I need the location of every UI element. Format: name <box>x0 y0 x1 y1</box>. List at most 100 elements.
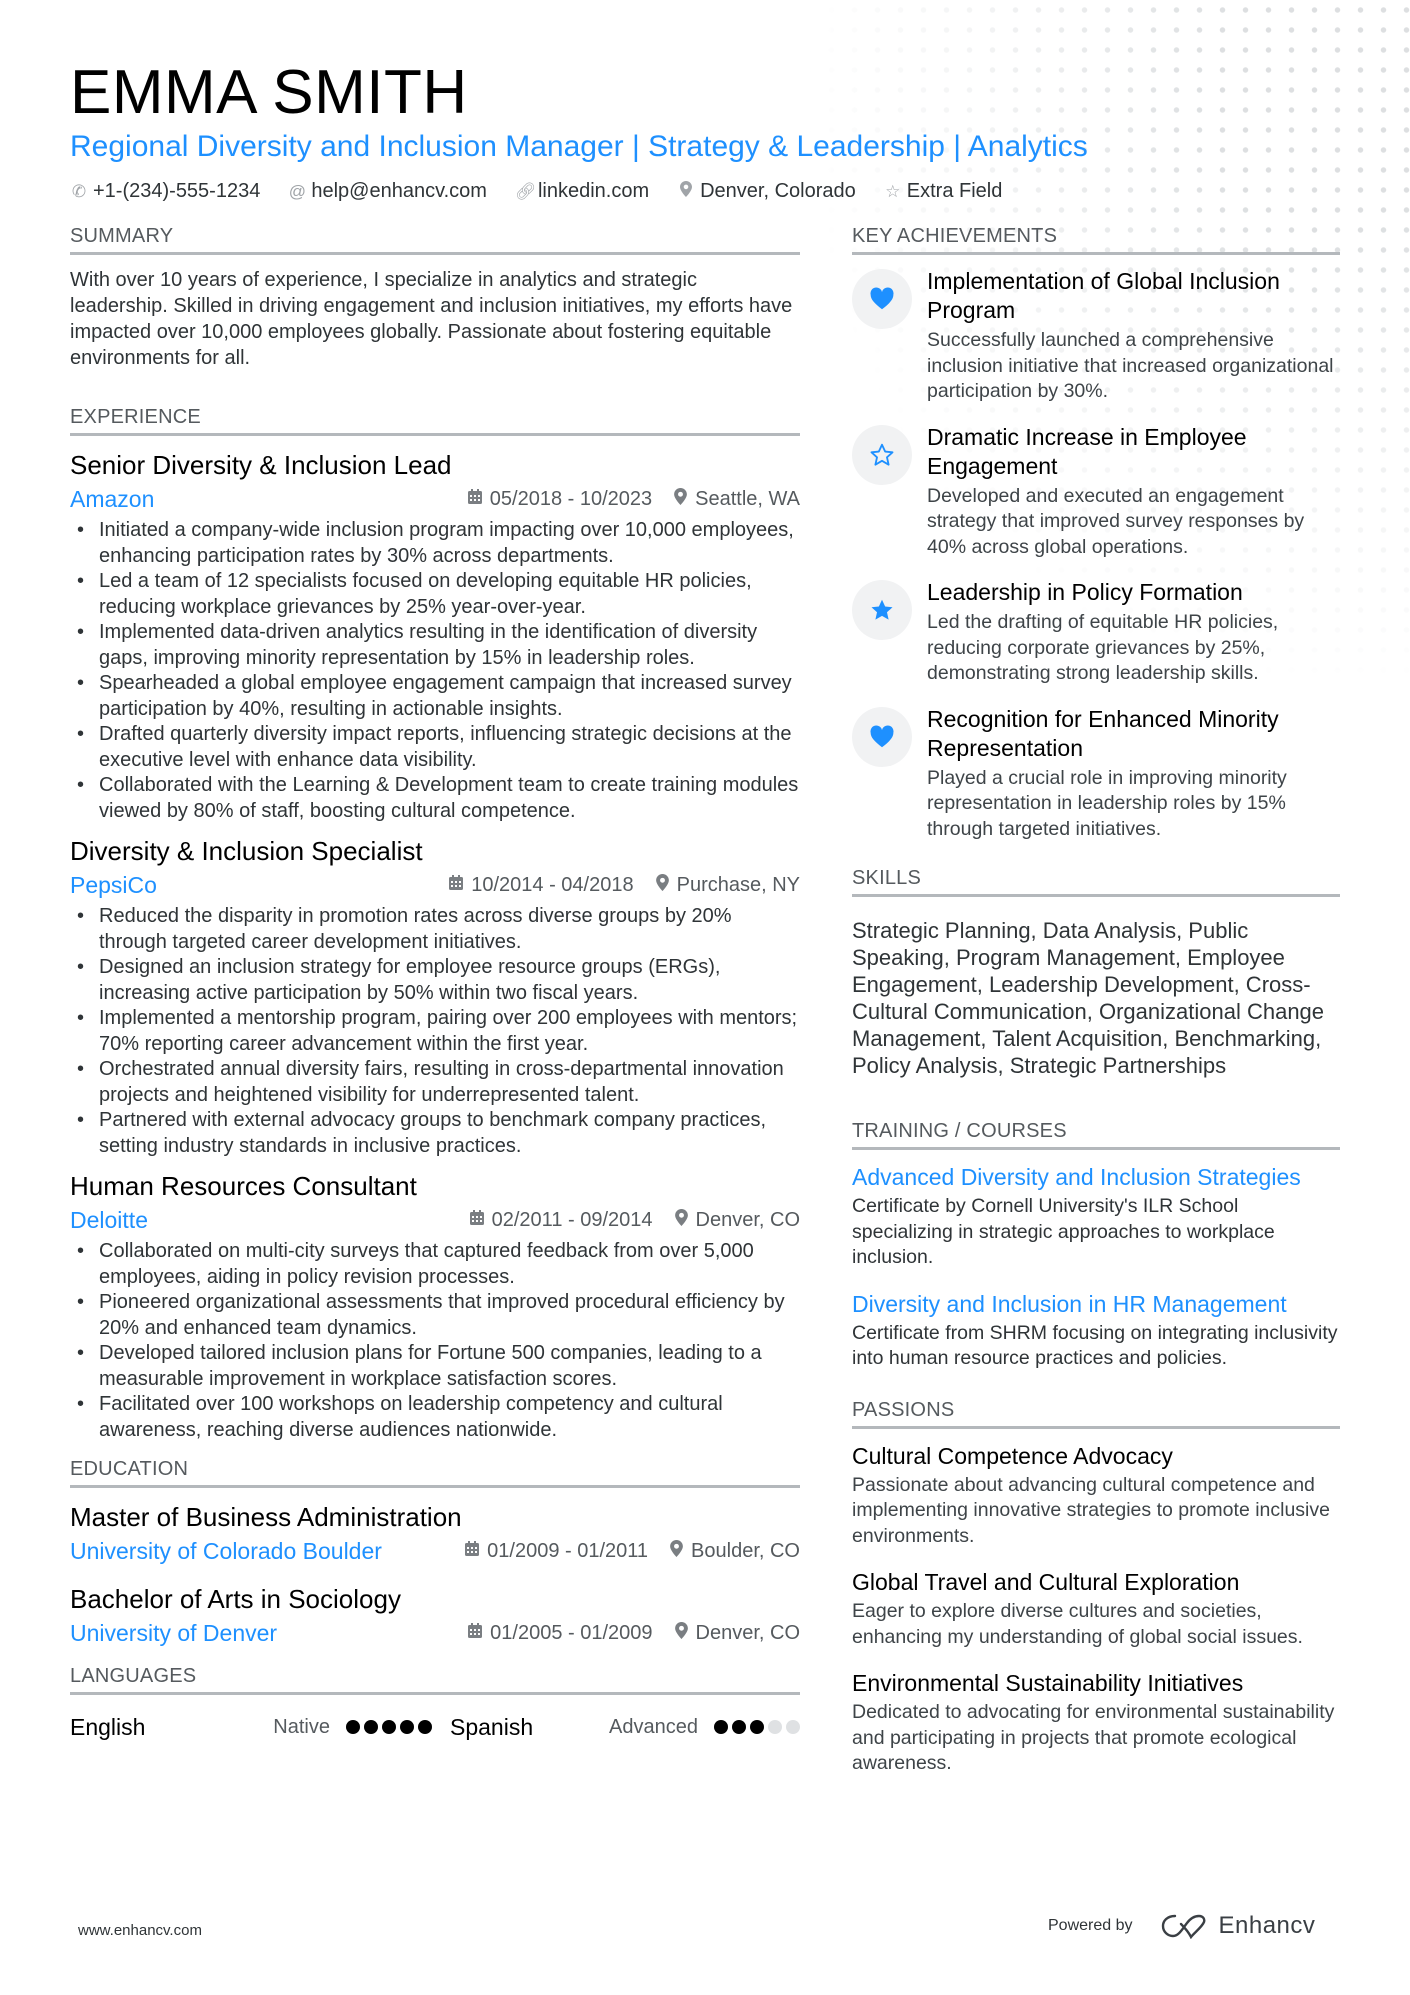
school-name[interactable]: University of Denver <box>70 1620 277 1647</box>
achievement-description: Led the drafting of equitable HR policie… <box>927 611 1279 684</box>
passion-item: Environmental Sustainability Initiatives… <box>852 1668 1340 1777</box>
date-range: 05/2018 - 10/2023 <box>467 488 652 511</box>
bullet-item: Orchestrated annual diversity fairs, res… <box>70 1057 800 1108</box>
location-text: Seattle, WA <box>695 487 800 510</box>
section-heading: EDUCATION <box>70 1457 800 1488</box>
achievements-section: KEY ACHIEVEMENTS Implementation of Globa… <box>852 224 1340 842</box>
right-column: KEY ACHIEVEMENTS Implementation of Globa… <box>852 224 1340 1795</box>
passions-section: PASSIONS Cultural Competence Advocacy Pas… <box>852 1398 1340 1777</box>
passion-description: Eager to explore diverse cultures and so… <box>852 1600 1303 1648</box>
star-icon <box>852 580 912 640</box>
language-name: English <box>70 1713 146 1740</box>
date-range: 01/2009 - 01/2011 <box>465 1540 648 1563</box>
achievement-title: Implementation of Global Inclusion Progr… <box>927 268 1280 323</box>
date-range: 10/2014 - 04/2018 <box>449 873 634 897</box>
heart-icon <box>852 269 912 329</box>
course-description: Certificate from SHRM focusing on integr… <box>852 1321 1338 1370</box>
rating-dot-filled <box>364 1720 378 1734</box>
achievement-description: Successfully launched a comprehensive in… <box>927 329 1334 402</box>
passion-item: Global Travel and Cultural Exploration Ea… <box>852 1567 1340 1650</box>
section-heading: TRAINING / COURSES <box>852 1119 1340 1150</box>
phone-icon: ✆ <box>71 181 87 201</box>
meta-details: 10/2014 - 04/2018 Purchase, NY <box>449 874 800 897</box>
rating-dot-filled <box>714 1720 728 1734</box>
rating-dot-filled <box>732 1720 746 1734</box>
footer-branding: Powered by Enhancv <box>1048 1912 1315 1940</box>
at-icon: @ <box>288 181 306 201</box>
resume-header: EMMA SMITH Regional Diversity and Inclus… <box>70 58 1340 203</box>
enhancv-logo-icon <box>1161 1914 1205 1939</box>
education-section: EDUCATION Master of Business Administrat… <box>70 1457 800 1650</box>
passion-title: Global Travel and Cultural Exploration <box>852 1569 1240 1595</box>
company-name[interactable]: Deloitte <box>70 1207 148 1234</box>
bullet-item: Implemented a mentorship program, pairin… <box>70 1006 800 1057</box>
contact-bar: ✆ +1-(234)-555-1234 @ help@enhancv.com 🔗… <box>70 180 1340 203</box>
languages-section: LANGUAGES English Native Spanish Advanced <box>70 1664 800 1747</box>
date-range-text: 02/2011 - 09/2014 <box>491 1208 653 1231</box>
language-item: English Native <box>70 1714 450 1741</box>
passion-item: Cultural Competence Advocacy Passionate a… <box>852 1441 1340 1550</box>
location-pin-icon <box>655 874 669 896</box>
bullet-item: Partnered with external advocacy groups … <box>70 1108 800 1159</box>
bullet-item: Collaborated with the Learning & Develop… <box>70 773 800 824</box>
passion-description: Passionate about advancing cultural comp… <box>852 1473 1330 1547</box>
calendar-icon <box>469 1210 484 1230</box>
meta-row: Amazon 05/2018 - 10/2023 Seattle, WA <box>70 482 800 516</box>
language-item: Spanish Advanced <box>450 1714 800 1741</box>
achievement-body: Leadership in Policy Formation Led the dr… <box>927 578 1340 687</box>
meta-row: PepsiCo 10/2014 - 04/2018 Purchase, NY <box>70 868 800 902</box>
rating-dot-filled <box>382 1720 396 1734</box>
experience-section: EXPERIENCE Senior Diversity & Inclusion … <box>70 405 800 1443</box>
meta-details: 05/2018 - 10/2023 Seattle, WA <box>467 487 800 511</box>
achievement-title: Leadership in Policy Formation <box>927 579 1243 605</box>
date-range: 01/2005 - 01/2009 <box>468 1622 653 1645</box>
bullet-item: Drafted quarterly diversity impact repor… <box>70 722 800 773</box>
enhancv-logo[interactable]: Enhancv <box>1161 1912 1316 1940</box>
language-name: Spanish <box>450 1713 534 1740</box>
contact-email[interactable]: @ help@enhancv.com <box>288 180 487 203</box>
contact-extra: ☆ Extra Field <box>884 180 1002 203</box>
course-title[interactable]: Advanced Diversity and Inclusion Strateg… <box>852 1162 1340 1192</box>
achievement-body: Implementation of Global Inclusion Progr… <box>927 267 1340 405</box>
contact-email-text: help@enhancv.com <box>311 180 487 202</box>
passion-title: Environmental Sustainability Initiatives <box>852 1670 1244 1696</box>
calendar-icon <box>449 875 464 895</box>
course-title[interactable]: Diversity and Inclusion in HR Management <box>852 1289 1340 1319</box>
language-level: Advanced <box>609 1715 698 1738</box>
candidate-title: Regional Diversity and Inclusion Manager… <box>70 130 1088 163</box>
calendar-icon <box>465 1541 480 1561</box>
rating-dot-filled <box>750 1720 764 1734</box>
rating-dot-empty <box>768 1720 782 1734</box>
location-pin-icon <box>674 1622 688 1644</box>
date-range-text: 10/2014 - 04/2018 <box>471 873 634 896</box>
achievement-body: Recognition for Enhanced Minority Repres… <box>927 705 1340 843</box>
bullet-item: Spearheaded a global employee engagement… <box>70 671 800 722</box>
school-name[interactable]: University of Colorado Boulder <box>70 1538 382 1565</box>
passion-description: Dedicated to advocating for environmenta… <box>852 1701 1335 1774</box>
summary-section: SUMMARY With over 10 years of experience… <box>70 224 800 371</box>
footer-website[interactable]: www.enhancv.com <box>78 1922 202 1939</box>
link-icon: 🔗︎ <box>514 181 537 201</box>
rating-dot-filled <box>418 1720 432 1734</box>
education-entry: Master of Business Administration Univers… <box>70 1500 800 1568</box>
company-name[interactable]: Amazon <box>70 486 154 513</box>
rating-dot-empty <box>786 1720 800 1734</box>
job-bullets: Collaborated on multi-city surveys that … <box>70 1239 800 1443</box>
job-bullets: Reduced the disparity in promotion rates… <box>70 904 800 1159</box>
star-outline-icon: ☆ <box>885 181 901 201</box>
job-title: Senior Diversity & Inclusion Lead <box>70 450 452 480</box>
location-pin-icon <box>670 1540 683 1562</box>
contact-linkedin-text: linkedin.com <box>537 180 650 202</box>
bullet-item: Collaborated on multi-city surveys that … <box>70 1239 800 1290</box>
location: Denver, CO <box>674 1209 800 1232</box>
education-entry: Bachelor of Arts in Sociology University … <box>70 1582 800 1650</box>
section-heading: SKILLS <box>852 866 1340 897</box>
contact-phone[interactable]: ✆ +1-(234)-555-1234 <box>70 180 260 203</box>
course-description: Certificate by Cornell University's ILR … <box>852 1195 1275 1268</box>
contact-linkedin[interactable]: 🔗︎ linkedin.com <box>515 180 649 203</box>
meta-row: University of Colorado Boulder 01/2009 - … <box>70 1534 800 1568</box>
company-name[interactable]: PepsiCo <box>70 872 157 899</box>
languages-row: English Native Spanish Advanced <box>70 1707 800 1747</box>
job-entry: Diversity & Inclusion Specialist PepsiCo 1… <box>70 834 800 1159</box>
job-title: Human Resources Consultant <box>70 1171 417 1201</box>
